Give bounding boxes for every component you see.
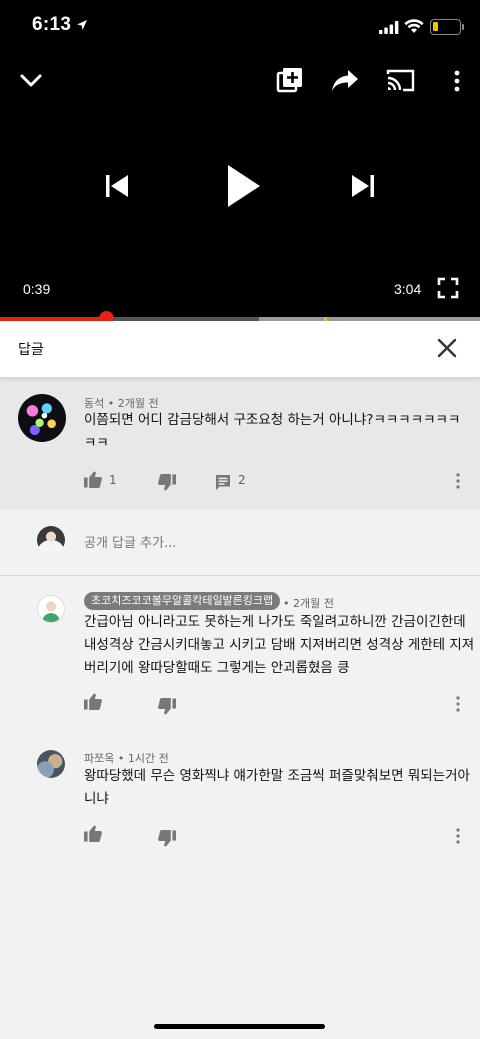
- avatar[interactable]: [37, 595, 65, 623]
- comment-author[interactable]: 파쪼옥: [84, 752, 114, 765]
- reply-count: 2: [238, 473, 246, 487]
- battery-icon: [430, 19, 464, 35]
- replies-title: 답글: [18, 342, 44, 358]
- comment-text: 이쯤되면 어디 감금당해서 구조요청 하는거 아니냐?ㅋㅋㅋㅋㅋㅋㅋㅋㅋ: [84, 412, 461, 451]
- video-player[interactable]: 6:13 0:39 3:04: [0, 0, 480, 326]
- comment-meta: • 2개월 전: [283, 597, 334, 610]
- add-reply-input[interactable]: 공개 답글 추가...: [84, 532, 176, 551]
- status-time: 6:13: [32, 14, 72, 35]
- thumb-down-icon[interactable]: [158, 830, 176, 847]
- avatar[interactable]: [37, 750, 65, 778]
- avatar[interactable]: [18, 394, 66, 442]
- cellular-signal-icon: [379, 21, 399, 34]
- skip-previous-icon[interactable]: [103, 172, 131, 200]
- current-time: 0:39: [23, 281, 51, 297]
- skip-next-icon[interactable]: [349, 172, 377, 200]
- close-icon[interactable]: [436, 337, 458, 359]
- chevron-down-icon[interactable]: [18, 68, 44, 94]
- avatar: [37, 526, 65, 554]
- comment-text: 왕따당했데 무슨 영화찍냐 얘가한말 조금씩 퍼즐맞춰보면 뭐되는거아 니냐: [84, 765, 474, 811]
- like-count: 1: [109, 473, 117, 487]
- comment-text: 간급아님 아니라고도 못하는게 나가도 죽일려고하니깐 간금이긴한데 내성격상 …: [84, 611, 474, 680]
- comment-line: 니냐: [84, 791, 109, 807]
- author-chip[interactable]: 초코치즈코코볼무알콜칵테일발른킹크랩: [84, 592, 281, 610]
- location-arrow-icon: [77, 20, 87, 30]
- thumb-down-icon[interactable]: [158, 698, 176, 715]
- add-reply-row[interactable]: 공개 답글 추가...: [0, 510, 480, 576]
- more-vert-icon[interactable]: [454, 695, 462, 713]
- share-icon[interactable]: [330, 68, 360, 94]
- home-indicator[interactable]: [154, 1024, 325, 1029]
- parent-comment: 동석 • 2개월 전 이쯤되면 어디 감금당해서 구조요청 하는거 아니냐?ㅋㅋ…: [0, 377, 480, 510]
- duration: 3:04: [394, 281, 422, 297]
- replies-header: 답글: [0, 321, 480, 377]
- play-icon[interactable]: [223, 163, 263, 209]
- comment-meta: 파쪼옥 • 1시간 전: [84, 752, 169, 765]
- comment-line: 내성격상 간금시키대놓고 시키고 담배 지져버리면 성격상 게한테 지져: [84, 637, 475, 653]
- comment-line: 버리기에 왕따당할때도 그렇게는 안괴롭혔음 킁: [84, 660, 350, 676]
- cast-icon[interactable]: [386, 68, 416, 94]
- thumb-down-icon[interactable]: [158, 474, 176, 491]
- more-vert-icon[interactable]: [450, 68, 464, 94]
- wifi-icon: [404, 19, 424, 33]
- comment-line: 간급아님 아니라고도 못하는게 나가도 죽일려고하니깐 간금이긴한데: [84, 614, 466, 630]
- thumb-up-icon[interactable]: [84, 471, 102, 488]
- thumb-up-icon[interactable]: [84, 825, 102, 842]
- comment-time: 1시간 전: [127, 752, 169, 765]
- comment-line: 왕따당했데 무슨 영화찍냐 얘가한말 조금씩 퍼즐맞춰보면 뭐되는거아: [84, 768, 470, 784]
- more-vert-icon[interactable]: [454, 827, 462, 845]
- playlist-add-icon[interactable]: [276, 67, 304, 95]
- fullscreen-icon[interactable]: [437, 277, 459, 299]
- more-vert-icon[interactable]: [454, 472, 462, 490]
- comment-time: 2개월 전: [293, 597, 334, 610]
- status-bar: 6:13: [0, 0, 480, 56]
- thumb-up-icon[interactable]: [84, 693, 102, 710]
- comment-icon[interactable]: [215, 474, 231, 490]
